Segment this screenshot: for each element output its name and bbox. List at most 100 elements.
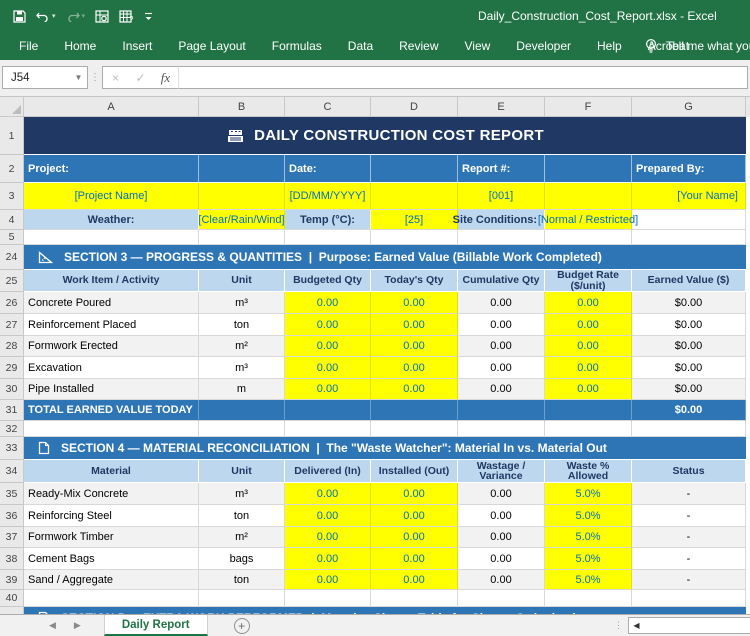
cell[interactable]: 0.00 <box>285 570 371 590</box>
temp-label-cell[interactable]: Temp (°C): <box>285 210 371 230</box>
tab-insert[interactable]: Insert <box>109 32 165 60</box>
section4-banner-cell[interactable]: SECTION 4 — MATERIAL RECONCILIATION | Th… <box>24 437 746 460</box>
s4-header-cell[interactable]: Unit <box>199 460 285 483</box>
cell[interactable]: m² <box>199 527 285 548</box>
s3-header-cell[interactable]: Today's Qty <box>371 270 458 292</box>
scrollbar-track[interactable]: ◀ <box>628 617 750 634</box>
cell[interactable]: ton <box>199 505 285 527</box>
cell[interactable]: Reinforcement Placed <box>24 314 199 336</box>
cell[interactable]: 0.00 <box>285 357 371 379</box>
row-header-31[interactable]: 31 <box>0 400 24 421</box>
cell[interactable]: 5.0% <box>545 548 632 570</box>
row-header-35[interactable]: 35 <box>0 483 24 505</box>
date-input-cell[interactable]: [DD/MM/YYYY] <box>285 183 371 210</box>
cell[interactable]: Ready-Mix Concrete <box>24 483 199 505</box>
table-query-icon[interactable]: ? <box>116 5 137 27</box>
section3-banner-cell[interactable]: SECTION 3 — PROGRESS & QUANTITIES | Purp… <box>24 245 746 270</box>
tab-formulas[interactable]: Formulas <box>259 32 335 60</box>
row-header-38[interactable]: 38 <box>0 548 24 570</box>
sheet-nav-left-icon[interactable]: ◀ <box>40 620 65 631</box>
add-sheet-icon[interactable]: + <box>234 618 250 634</box>
cell[interactable] <box>458 230 545 245</box>
cell[interactable] <box>632 590 746 607</box>
cell[interactable]: m³ <box>199 483 285 505</box>
cell[interactable]: Concrete Poured <box>24 292 199 314</box>
row-header-34[interactable]: 34 <box>0 460 24 483</box>
cell[interactable]: 0.00 <box>458 483 545 505</box>
save-icon[interactable] <box>10 5 29 27</box>
cell[interactable]: - <box>632 527 746 548</box>
cell[interactable] <box>458 400 545 421</box>
cell[interactable]: 0.00 <box>285 527 371 548</box>
cell[interactable] <box>285 590 371 607</box>
cell[interactable] <box>458 421 545 437</box>
cell[interactable]: 5.0% <box>545 505 632 527</box>
s3-header-cell[interactable]: Unit <box>199 270 285 292</box>
enter-icon[interactable]: ✓ <box>128 71 153 85</box>
column-header-f[interactable]: F <box>545 97 632 117</box>
cell[interactable]: 0.00 <box>458 292 545 314</box>
cell[interactable]: 0.00 <box>371 336 458 357</box>
tab-home[interactable]: Home <box>51 32 109 60</box>
cell[interactable]: 0.00 <box>545 379 632 400</box>
cell[interactable] <box>371 230 458 245</box>
column-header-a[interactable]: A <box>24 97 199 117</box>
section5-banner-cell[interactable]: SECTION 5 — EXTRA WORK PERFORMED | Man-d… <box>24 607 746 614</box>
row-header-4[interactable]: 4 <box>0 210 24 230</box>
cell[interactable] <box>285 230 371 245</box>
row-header-30[interactable]: 30 <box>0 379 24 400</box>
cell[interactable] <box>199 590 285 607</box>
s3-header-cell[interactable]: Budget Rate ($/unit) <box>545 270 632 292</box>
row-header-27[interactable]: 27 <box>0 314 24 336</box>
row-header-28[interactable]: 28 <box>0 336 24 357</box>
cell[interactable]: 0.00 <box>371 505 458 527</box>
cell[interactable]: - <box>632 483 746 505</box>
cell[interactable]: 5.0% <box>545 527 632 548</box>
cell[interactable]: m <box>199 379 285 400</box>
cell[interactable]: $0.00 <box>632 314 746 336</box>
tab-page-layout[interactable]: Page Layout <box>165 32 258 60</box>
row-header-3[interactable]: 3 <box>0 183 24 210</box>
cell[interactable]: $0.00 <box>632 357 746 379</box>
cell[interactable] <box>458 590 545 607</box>
cell[interactable] <box>199 421 285 437</box>
column-header-g[interactable]: G <box>632 97 746 117</box>
camera-preview-icon[interactable] <box>92 5 112 27</box>
cell[interactable] <box>545 183 632 210</box>
cell[interactable] <box>285 421 371 437</box>
cell[interactable]: 5.0% <box>545 570 632 590</box>
cell[interactable] <box>632 421 746 437</box>
undo-dropdown-icon[interactable]: ▾ <box>52 12 56 20</box>
cell[interactable]: Reinforcing Steel <box>24 505 199 527</box>
cell[interactable]: 0.00 <box>285 336 371 357</box>
cell[interactable]: Formwork Erected <box>24 336 199 357</box>
cell[interactable]: - <box>632 548 746 570</box>
cell[interactable]: Sand / Aggregate <box>24 570 199 590</box>
cell[interactable]: 0.00 <box>371 357 458 379</box>
cell[interactable]: 0.00 <box>285 379 371 400</box>
report-no-label-cell[interactable]: Report #: <box>458 155 545 183</box>
cell[interactable] <box>285 400 371 421</box>
cell[interactable]: 0.00 <box>285 292 371 314</box>
row-header-24[interactable]: 24 <box>0 245 24 270</box>
cell[interactable]: ton <box>199 314 285 336</box>
report-no-input-cell[interactable]: [001] <box>458 183 545 210</box>
cell[interactable] <box>371 183 458 210</box>
cell[interactable] <box>545 155 632 183</box>
s3-header-cell[interactable]: Work Item / Activity <box>24 270 199 292</box>
cell[interactable]: m³ <box>199 357 285 379</box>
cell[interactable]: 0.00 <box>285 548 371 570</box>
cell[interactable]: bags <box>199 548 285 570</box>
cell[interactable]: Cement Bags <box>24 548 199 570</box>
report-title-cell[interactable]: DAILY CONSTRUCTION COST REPORT <box>24 117 746 155</box>
cell[interactable] <box>24 230 199 245</box>
row-header-25[interactable]: 25 <box>0 270 24 292</box>
column-header-c[interactable]: C <box>285 97 371 117</box>
cell[interactable]: $0.00 <box>632 292 746 314</box>
cell[interactable]: 0.00 <box>285 314 371 336</box>
insert-function-icon[interactable]: fx <box>153 70 178 86</box>
cell[interactable]: 0.00 <box>458 314 545 336</box>
cell[interactable]: 0.00 <box>458 505 545 527</box>
cell[interactable] <box>199 230 285 245</box>
cell[interactable]: m³ <box>199 292 285 314</box>
